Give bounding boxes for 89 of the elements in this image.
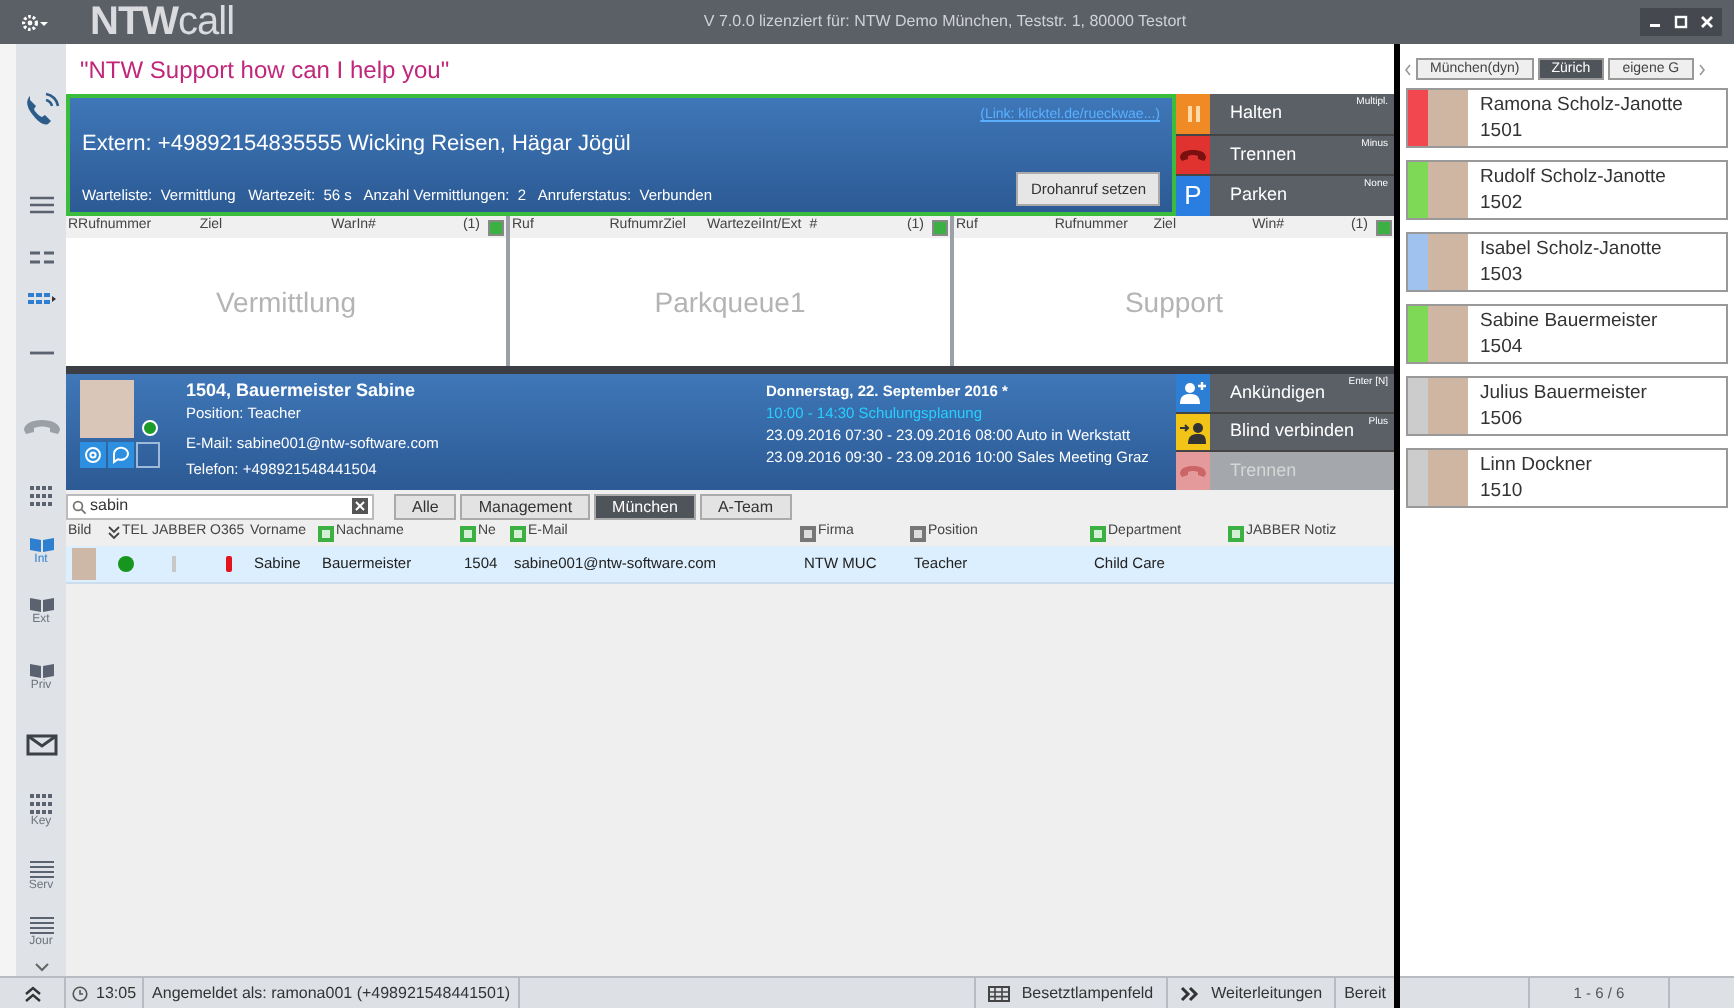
filter-icon[interactable] [1090,525,1106,541]
queue-title: Vermittlung [215,283,357,322]
license-text: V 7.0.0 lizenziert für: NTW Demo München, Teststr. 1, 80000 Testort [701,10,1189,34]
filter-tab[interactable]: A-Team [699,493,792,519]
filter-icon[interactable] [1228,525,1244,541]
list-icon[interactable] [29,916,53,934]
keypad-icon[interactable] [29,793,53,813]
table-icon [987,985,1010,1001]
checkbox-icon[interactable] [1376,219,1392,235]
hangup-icon [1180,464,1206,479]
book-icon[interactable] [29,596,53,612]
contact-name: Linn Dockner [1480,452,1592,478]
parking-sign: P [1176,176,1210,217]
photo-placeholder [1428,90,1468,146]
scroll-left-icon[interactable] [1404,63,1412,75]
contact-tile[interactable]: Rudolf Scholz-Janotte 1502 [1406,160,1728,220]
contact-name: Sabine Bauermeister [1480,308,1658,334]
contact-name: Rudolf Scholz-Janotte [1480,164,1666,190]
contact-name: Julius Bauermeister [1480,380,1647,406]
dash-icon[interactable] [29,349,53,355]
photo-placeholder [1428,306,1468,362]
person-transfer-icon [1180,421,1206,443]
clear-icon[interactable] [352,498,368,514]
keypad-icon[interactable] [29,486,53,506]
contact-tile[interactable]: Linn Dockner 1510 [1406,448,1728,508]
photo-placeholder [72,548,96,580]
mail-icon[interactable] [25,733,57,755]
contact-extension: 1504 [1480,334,1525,360]
close-icon[interactable] [1696,12,1718,32]
checkbox-icon[interactable] [932,219,949,235]
filter-tab[interactable]: Management [460,493,591,519]
book-icon[interactable] [29,662,53,678]
contact-extension: 1506 [1480,406,1525,432]
person-add-icon [1180,381,1206,404]
checkbox-icon[interactable] [488,219,504,235]
queue-title: Parkqueue1 [654,283,806,322]
phone-call-icon[interactable] [21,90,61,130]
sort-icon[interactable] [108,526,120,540]
search-box[interactable]: sabin [66,493,374,519]
filter-icon[interactable] [460,525,476,541]
list-icon[interactable] [29,859,53,877]
clock-icon [72,985,88,1001]
hangup-icon [1180,148,1206,162]
email-icon[interactable] [84,446,102,464]
caller-text: Extern: +49892154835555 Wicking Reisen, Hägar Jögül [82,130,633,158]
search-input[interactable]: sabin [90,494,348,518]
contact-extension: 1503 [1480,262,1525,288]
filter-tab[interactable]: München [594,493,696,519]
search-icon [72,499,86,513]
photo-placeholder [1428,450,1468,506]
chat-icon[interactable] [112,446,130,464]
contact-tile[interactable]: Julius Bauermeister 1506 [1406,376,1728,436]
split-lines-icon[interactable] [29,249,53,265]
status-login: Angemeldet als: ramona001 (+498921548441501) [144,978,521,1008]
contact-tile[interactable]: Isabel Scholz-Janotte 1503 [1406,232,1728,292]
double-chevron-right-icon [1179,985,1200,1001]
settings-icon[interactable] [19,13,47,31]
forwarding-button[interactable]: Weiterleitungen [1165,978,1335,1008]
contact-tile[interactable]: Ramona Scholz-Janotte 1501 [1406,88,1728,148]
empty-slot [136,442,160,468]
photo-placeholder [1428,162,1468,218]
app-logo: NTWcall [90,2,237,42]
filter-icon[interactable] [510,525,526,541]
book-icon[interactable] [29,536,53,552]
scroll-right-icon[interactable] [1697,63,1706,75]
filter-icon[interactable] [910,525,926,541]
filter-icon[interactable] [800,525,816,541]
photo-placeholder [80,380,134,438]
contact-tile[interactable]: Sabine Bauermeister 1504 [1406,304,1728,364]
contact-name: Ramona Scholz-Janotte [1480,92,1683,118]
contact-extension: 1510 [1480,478,1525,504]
photo-placeholder [1428,378,1468,434]
grid-icon[interactable] [27,292,55,308]
double-chevron-up-icon[interactable] [23,985,41,1001]
filter-tab[interactable]: Alle [394,493,457,519]
menu-icon[interactable] [29,196,53,214]
contact-extension: 1501 [1480,118,1525,144]
contact-name: 1504, Bauermeister Sabine [186,380,418,402]
greeting-text: "NTW Support how can I help you" [80,53,450,87]
blf-button[interactable]: Besetztlampenfeld [973,978,1166,1008]
contact-name: Isabel Scholz-Janotte [1480,236,1662,262]
status-time: 13:05 [96,981,137,1005]
maximize-icon[interactable] [1670,12,1692,32]
chevron-down-icon[interactable] [33,961,49,971]
pause-icon [1185,103,1201,124]
filter-icon[interactable] [318,525,334,541]
photo-placeholder [1428,234,1468,290]
contact-extension: 1502 [1480,190,1525,216]
queue-title: Support [1124,283,1224,322]
